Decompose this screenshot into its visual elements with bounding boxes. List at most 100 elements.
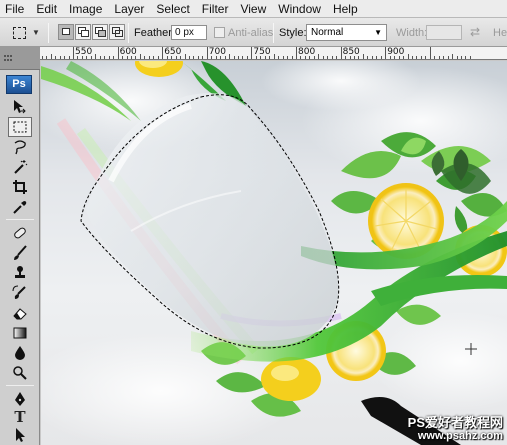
menu-bar: File Edit Image Layer Select Filter View… (0, 0, 507, 18)
gradient-icon (13, 327, 27, 339)
width-input[interactable] (426, 25, 462, 40)
pen-tool[interactable] (8, 389, 32, 409)
history-brush-tool[interactable] (8, 283, 32, 303)
ruler-tick (95, 54, 97, 59)
antialias-checkbox[interactable] (214, 27, 225, 38)
magic-wand-icon (14, 160, 28, 174)
magic-wand-tool[interactable] (8, 157, 32, 177)
style-select-value: Normal (311, 27, 344, 38)
ruler-tick (153, 56, 155, 59)
style-label: Style: (279, 27, 307, 39)
healing-brush-tool[interactable] (8, 223, 32, 243)
move-tool[interactable] (8, 97, 32, 117)
ruler-tick (278, 56, 280, 59)
ruler-label: 750 (253, 47, 271, 57)
type-icon: T (14, 408, 26, 426)
intersect-selection-button[interactable] (109, 24, 125, 40)
crop-tool[interactable] (8, 177, 32, 197)
eraser-tool[interactable] (8, 303, 32, 323)
brush-icon (14, 245, 27, 260)
ruler-tick (465, 56, 467, 59)
ruler-tick (318, 54, 320, 59)
divider (48, 23, 49, 43)
gradient-tool[interactable] (8, 323, 32, 343)
ruler-tick (291, 56, 293, 59)
menu-window[interactable]: Window (272, 0, 327, 18)
ruler-tick (287, 56, 289, 59)
ruler-tick (148, 56, 150, 59)
ruler-tick (416, 56, 418, 59)
grip-icon (4, 55, 12, 61)
menu-image[interactable]: Image (63, 0, 108, 18)
divider (128, 23, 129, 43)
ruler-tick (188, 56, 190, 59)
menu-select[interactable]: Select (150, 0, 195, 18)
ruler-tick (469, 56, 471, 59)
path-selection-tool[interactable] (8, 425, 32, 445)
ruler-tick (59, 56, 61, 59)
ruler-tick (331, 56, 333, 59)
menu-filter[interactable]: Filter (196, 0, 235, 18)
ruler-tick (99, 56, 101, 59)
ruler-tick (229, 54, 231, 59)
ruler-tick (425, 56, 427, 59)
menu-view[interactable]: View (234, 0, 272, 18)
blur-tool[interactable] (8, 343, 32, 363)
ruler-tick (251, 47, 253, 59)
antialias-label: Anti-alias (228, 27, 274, 39)
ruler-label: 800 (298, 47, 316, 57)
ruler-tick (104, 56, 106, 59)
ruler-tick (447, 56, 449, 59)
ruler-tick (434, 56, 436, 59)
clone-stamp-tool[interactable] (8, 263, 32, 283)
divider (273, 23, 274, 43)
ruler-tick (340, 47, 342, 59)
tools-panel-header[interactable] (0, 47, 40, 70)
ruler-label: 600 (119, 47, 137, 57)
divider (6, 385, 34, 386)
ruler-tick (117, 47, 119, 59)
ruler-tick (461, 56, 463, 59)
dodge-icon (13, 366, 27, 380)
lasso-tool[interactable] (8, 137, 32, 157)
watermark-line1: PS爱好者教程网 (407, 415, 503, 430)
ruler-tick (380, 56, 382, 59)
ruler-tick (242, 56, 244, 59)
ruler-tick (420, 56, 422, 59)
blur-icon (15, 346, 25, 360)
swap-icon[interactable]: ⇄ (470, 25, 480, 39)
subtract-from-selection-button[interactable] (92, 24, 108, 40)
ruler-tick (64, 56, 66, 59)
new-selection-button[interactable] (58, 24, 74, 40)
rect-marquee-icon (13, 27, 26, 39)
ruler-tick (282, 56, 284, 59)
ruler-tick (456, 56, 458, 59)
chevron-down-icon: ▼ (32, 28, 40, 37)
add-to-selection-button[interactable] (75, 24, 91, 40)
chevron-down-icon: ▼ (374, 28, 382, 37)
eyedropper-icon (13, 201, 27, 214)
ruler-tick (367, 56, 369, 59)
eraser-icon (13, 308, 27, 320)
style-select[interactable]: Normal ▼ (306, 24, 387, 41)
menu-edit[interactable]: Edit (30, 0, 63, 18)
brush-tool[interactable] (8, 243, 32, 263)
path-selection-icon (16, 428, 25, 442)
rect-marquee-tool[interactable] (8, 117, 32, 137)
ruler-tick (144, 56, 146, 59)
type-tool[interactable]: T (8, 407, 32, 427)
tools-panel: Ps T (0, 47, 40, 445)
height-label: He (493, 27, 507, 39)
ruler-tick (193, 56, 195, 59)
clone-stamp-icon (15, 266, 25, 278)
document-canvas[interactable]: PS爱好者教程网 www.psahz.com (41, 61, 507, 445)
dodge-tool[interactable] (8, 363, 32, 383)
feather-input[interactable]: 0 px (171, 25, 207, 40)
ruler-tick (296, 47, 297, 59)
ruler-label: 650 (164, 47, 182, 57)
menu-layer[interactable]: Layer (108, 0, 150, 18)
eyedropper-tool[interactable] (8, 197, 32, 217)
tool-preset-picker[interactable]: ▼ (10, 24, 40, 42)
menu-help[interactable]: Help (327, 0, 364, 18)
menu-file[interactable]: File (0, 0, 30, 18)
